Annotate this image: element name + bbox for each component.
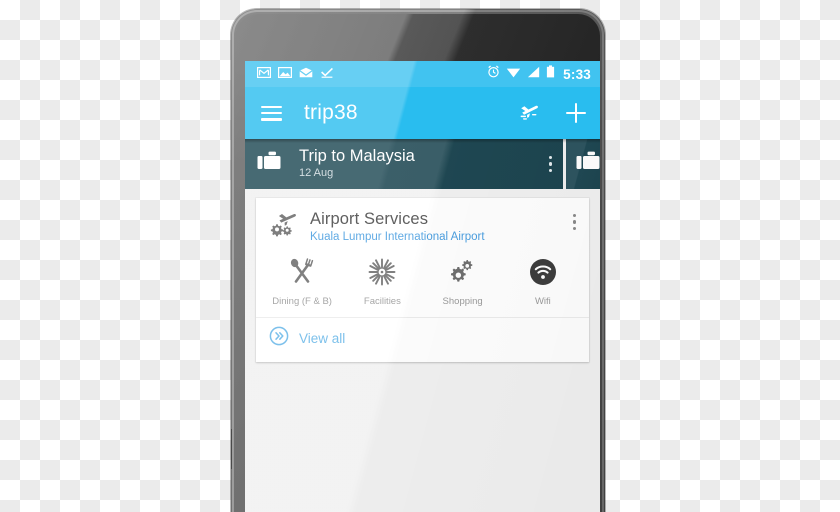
battery-icon: [546, 65, 555, 83]
dining-cutlery-icon: [289, 257, 315, 287]
status-bar-left-icons: [257, 65, 334, 83]
trip-card-texts: Trip to Malaysia 12 Aug: [299, 147, 415, 180]
briefcase-icon: [257, 149, 287, 180]
briefcase-icon: [576, 149, 600, 180]
status-bar-clock: 5:33: [563, 66, 591, 82]
app-bar: trip38: [245, 87, 600, 139]
service-item-dining[interactable]: Dining (F & B): [262, 257, 342, 307]
view-all-row[interactable]: View all: [256, 317, 589, 362]
alarm-clock-icon: [487, 65, 500, 83]
mail-open-icon: [299, 65, 313, 83]
double-chevron-right-circle-icon: [269, 326, 289, 351]
service-shortcuts: Dining (F & B) Facilities Shopping Wifi: [256, 253, 589, 317]
flight-icon[interactable]: [518, 100, 540, 127]
check-icon: [320, 65, 334, 83]
view-all-label: View all: [299, 331, 346, 346]
trip-date: 12 Aug: [299, 167, 334, 180]
app-title: trip38: [304, 101, 358, 124]
wifi-icon: [506, 65, 521, 83]
shopping-gears-icon: [448, 257, 478, 287]
facilities-starburst-icon: [368, 257, 396, 287]
service-label: Facilities: [363, 296, 401, 307]
trip-card-current[interactable]: Trip to Malaysia 12 Aug: [245, 139, 563, 189]
card-title: Airport Services: [310, 210, 429, 228]
trip-strip: Trip to Malaysia 12 Aug: [245, 139, 600, 189]
gmail-icon: [257, 65, 272, 83]
airplane-gears-icon: [269, 210, 299, 245]
phone-side-button[interactable]: [231, 429, 232, 469]
service-label: Dining (F & B): [272, 296, 332, 307]
service-item-facilities[interactable]: Facilities: [342, 257, 422, 307]
phone-screen: 5:33 trip38 Trip to Malaysia 12 Aug Airp…: [245, 61, 600, 512]
airport-services-card: Airport Services Kuala Lumpur Internatio…: [256, 198, 589, 362]
wifi-circle-icon: [529, 257, 557, 287]
hamburger-menu-icon[interactable]: [261, 105, 282, 121]
card-subtitle: Kuala Lumpur International Airport: [310, 231, 485, 243]
service-label: Shopping: [442, 296, 483, 307]
service-item-wifi[interactable]: Wifi: [503, 257, 583, 307]
trip-name: Trip to Malaysia: [299, 147, 415, 166]
card-header-texts: Airport Services Kuala Lumpur Internatio…: [310, 210, 485, 243]
more-vertical-icon[interactable]: [549, 155, 553, 173]
more-vertical-icon[interactable]: [573, 214, 577, 231]
trip-card-next[interactable]: [566, 139, 600, 189]
status-bar-right-icons: 5:33: [487, 65, 591, 83]
card-header: Airport Services Kuala Lumpur Internatio…: [256, 198, 589, 253]
status-bar: 5:33: [245, 61, 600, 87]
service-item-shopping[interactable]: Shopping: [423, 257, 503, 307]
app-bar-actions: [518, 100, 586, 127]
cell-signal-icon: [527, 65, 540, 83]
screenshot-image-icon: [278, 65, 293, 83]
canvas: 5:33 trip38 Trip to Malaysia 12 Aug Airp…: [0, 0, 840, 512]
add-icon[interactable]: [566, 103, 586, 123]
service-label: Wifi: [534, 296, 551, 307]
